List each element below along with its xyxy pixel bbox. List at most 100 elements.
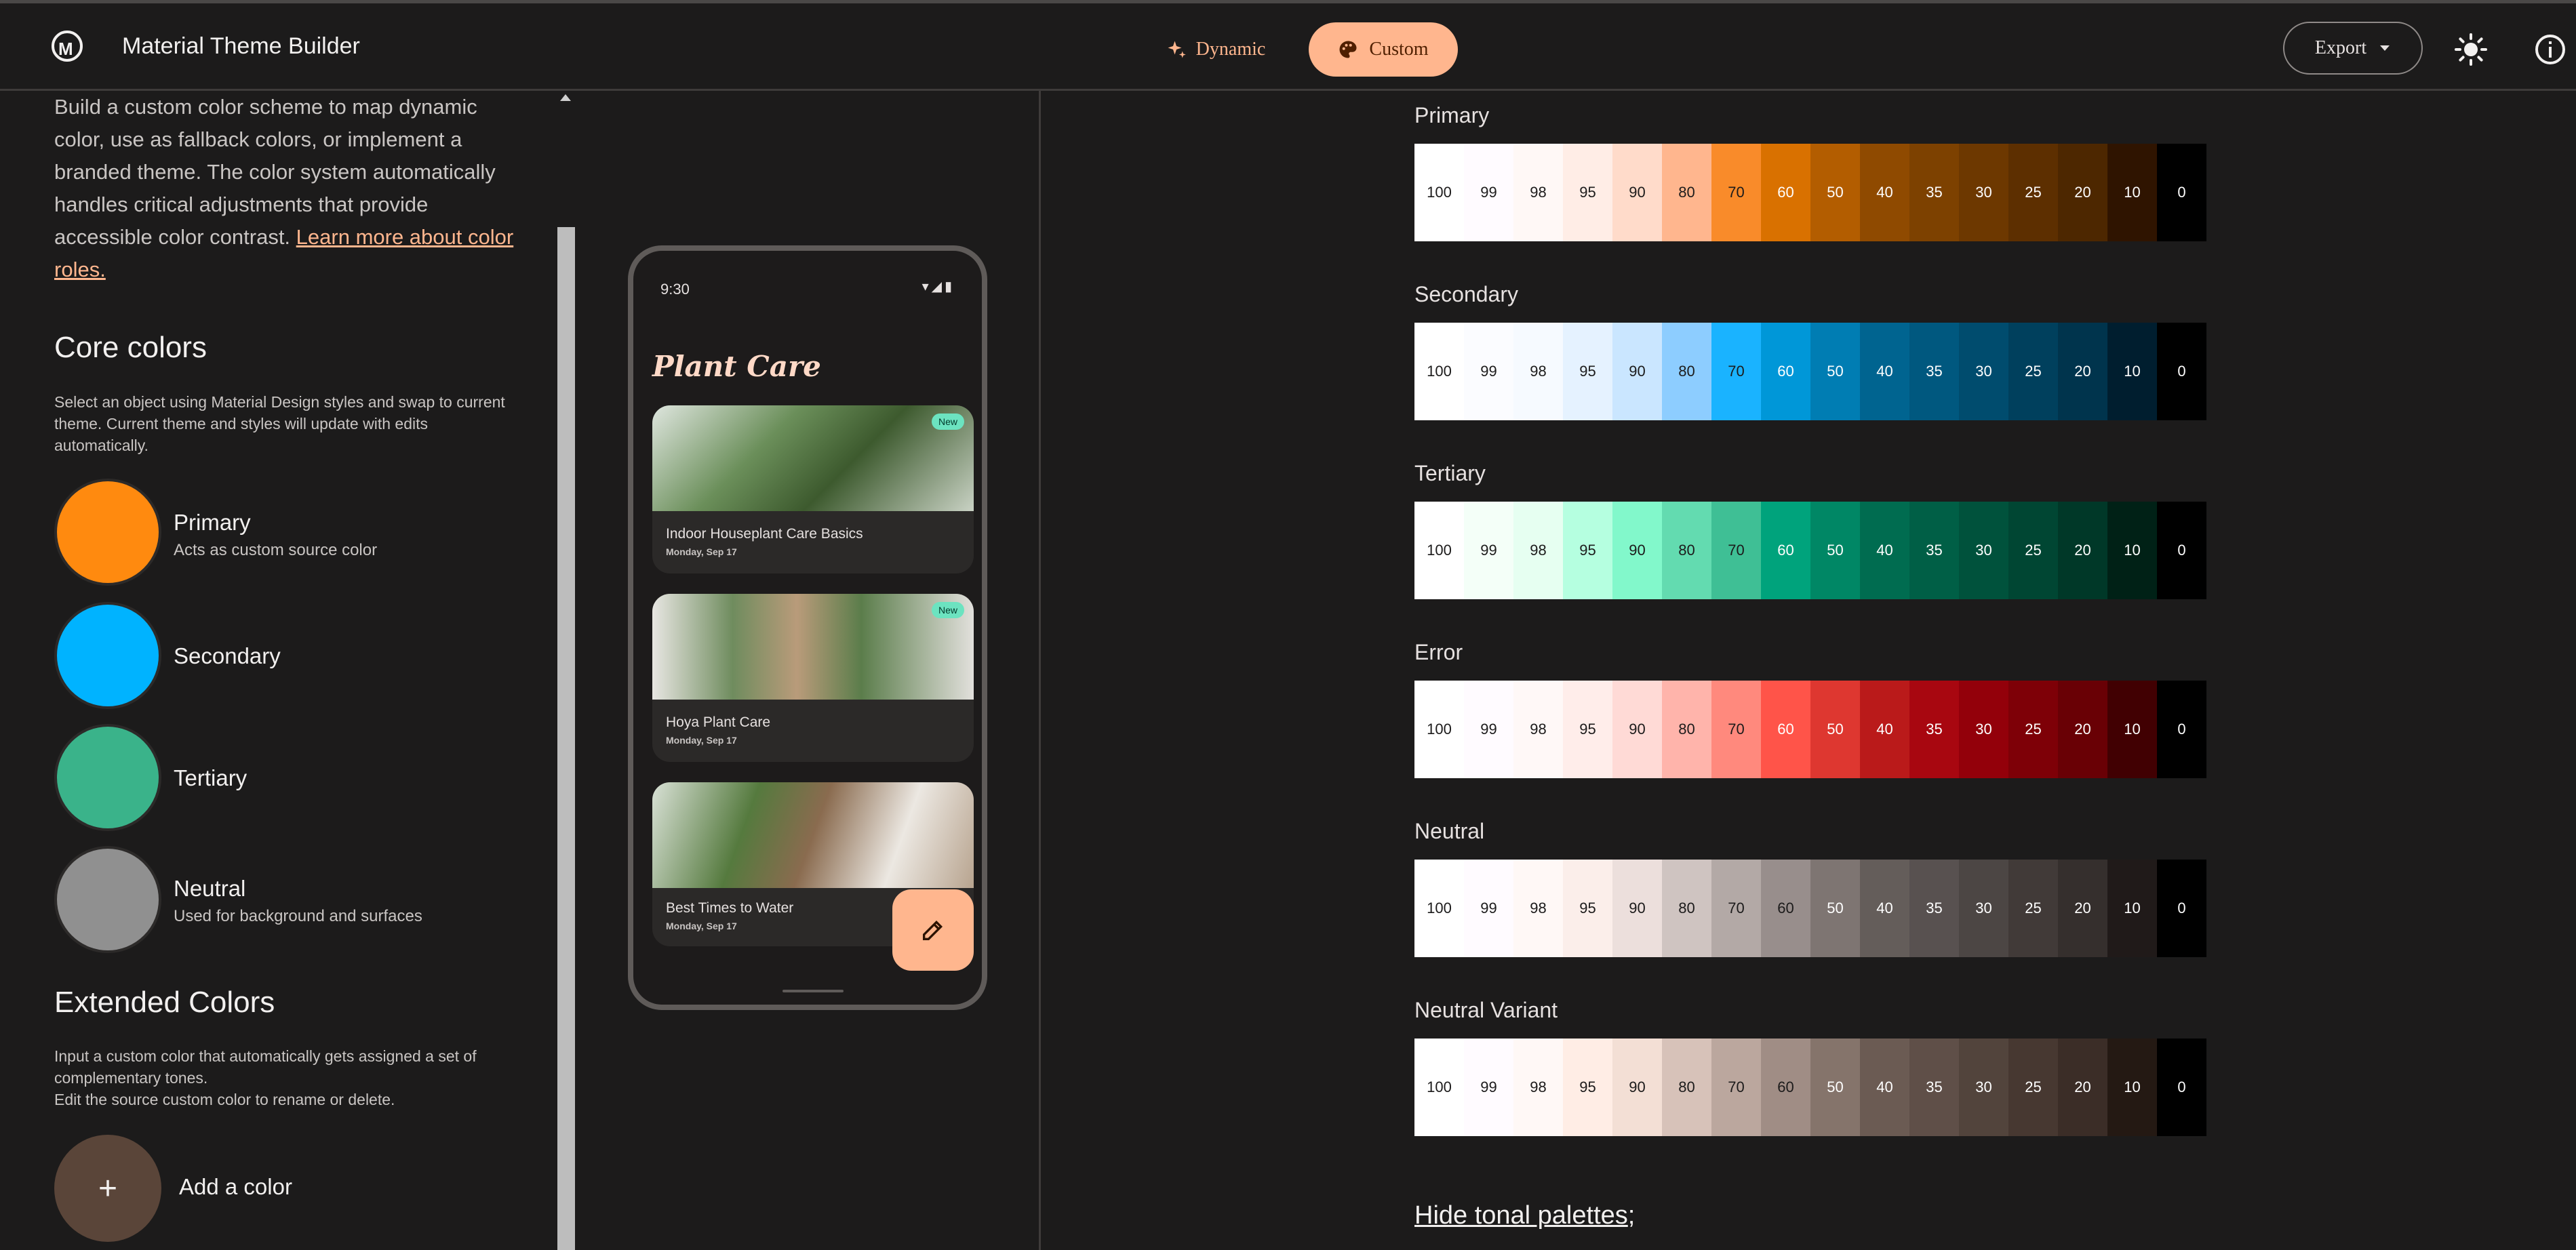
neutral-color-swatch[interactable] — [54, 846, 161, 953]
tone-swatch[interactable]: 70 — [1711, 1039, 1761, 1136]
scrollbar-thumb[interactable] — [557, 227, 575, 1250]
tone-swatch[interactable]: 10 — [2107, 860, 2157, 957]
tone-swatch[interactable]: 100 — [1414, 502, 1464, 599]
tone-swatch[interactable]: 70 — [1711, 144, 1761, 241]
tone-swatch[interactable]: 0 — [2157, 860, 2206, 957]
tone-swatch[interactable]: 80 — [1662, 144, 1711, 241]
tone-swatch[interactable]: 30 — [1959, 681, 2008, 778]
tone-swatch[interactable]: 40 — [1860, 144, 1909, 241]
tone-swatch[interactable]: 99 — [1464, 681, 1513, 778]
tone-swatch[interactable]: 25 — [2008, 1039, 2058, 1136]
tone-swatch[interactable]: 100 — [1414, 144, 1464, 241]
light-mode-icon[interactable] — [2455, 33, 2487, 66]
tone-swatch[interactable]: 100 — [1414, 323, 1464, 420]
hide-tonal-palettes-link[interactable]: Hide tonal palettes; — [1414, 1201, 1635, 1230]
tone-swatch[interactable]: 60 — [1761, 323, 1810, 420]
tone-swatch[interactable]: 99 — [1464, 144, 1513, 241]
tone-swatch[interactable]: 99 — [1464, 502, 1513, 599]
tone-swatch[interactable]: 20 — [2058, 681, 2107, 778]
tone-swatch[interactable]: 98 — [1513, 1039, 1563, 1136]
tone-swatch[interactable]: 80 — [1662, 860, 1711, 957]
tone-swatch[interactable]: 95 — [1563, 323, 1612, 420]
tone-swatch[interactable]: 35 — [1909, 144, 1959, 241]
tone-swatch[interactable]: 25 — [2008, 860, 2058, 957]
tone-swatch[interactable]: 70 — [1711, 323, 1761, 420]
article-card[interactable]: New Indoor Houseplant Care Basics Monday… — [652, 405, 974, 573]
tone-swatch[interactable]: 30 — [1959, 323, 2008, 420]
tone-swatch[interactable]: 90 — [1612, 323, 1662, 420]
tone-swatch[interactable]: 98 — [1513, 681, 1563, 778]
article-card[interactable]: New Hoya Plant Care Monday, Sep 17 — [652, 594, 974, 762]
tone-swatch[interactable]: 40 — [1860, 502, 1909, 599]
info-icon[interactable] — [2534, 33, 2567, 66]
tone-swatch[interactable]: 0 — [2157, 1039, 2206, 1136]
primary-color-swatch[interactable] — [54, 479, 161, 586]
tone-swatch[interactable]: 60 — [1761, 502, 1810, 599]
custom-mode-button[interactable]: Custom — [1309, 22, 1458, 77]
tone-swatch[interactable]: 50 — [1810, 860, 1860, 957]
tone-swatch[interactable]: 30 — [1959, 860, 2008, 957]
tertiary-color-swatch[interactable] — [54, 724, 161, 831]
tone-swatch[interactable]: 10 — [2107, 323, 2157, 420]
tone-swatch[interactable]: 99 — [1464, 1039, 1513, 1136]
tone-swatch[interactable]: 100 — [1414, 860, 1464, 957]
tone-swatch[interactable]: 20 — [2058, 144, 2107, 241]
export-button[interactable]: Export — [2283, 22, 2423, 75]
tone-swatch[interactable]: 25 — [2008, 502, 2058, 599]
tone-swatch[interactable]: 40 — [1860, 681, 1909, 778]
tone-swatch[interactable]: 50 — [1810, 502, 1860, 599]
tone-swatch[interactable]: 80 — [1662, 681, 1711, 778]
tone-swatch[interactable]: 50 — [1810, 1039, 1860, 1136]
tone-swatch[interactable]: 0 — [2157, 681, 2206, 778]
tone-swatch[interactable]: 100 — [1414, 1039, 1464, 1136]
tone-swatch[interactable]: 35 — [1909, 323, 1959, 420]
tone-swatch[interactable]: 99 — [1464, 860, 1513, 957]
tone-swatch[interactable]: 90 — [1612, 502, 1662, 599]
tone-swatch[interactable]: 95 — [1563, 860, 1612, 957]
dynamic-mode-button[interactable]: Dynamic — [1158, 24, 1273, 75]
tone-swatch[interactable]: 100 — [1414, 681, 1464, 778]
tone-swatch[interactable]: 10 — [2107, 502, 2157, 599]
tone-swatch[interactable]: 95 — [1563, 144, 1612, 241]
tone-swatch[interactable]: 70 — [1711, 860, 1761, 957]
tone-swatch[interactable]: 35 — [1909, 681, 1959, 778]
tone-swatch[interactable]: 35 — [1909, 860, 1959, 957]
tone-swatch[interactable]: 25 — [2008, 323, 2058, 420]
tone-swatch[interactable]: 80 — [1662, 1039, 1711, 1136]
tone-swatch[interactable]: 50 — [1810, 323, 1860, 420]
tone-swatch[interactable]: 40 — [1860, 323, 1909, 420]
tone-swatch[interactable]: 60 — [1761, 1039, 1810, 1136]
tone-swatch[interactable]: 30 — [1959, 502, 2008, 599]
tone-swatch[interactable]: 20 — [2058, 860, 2107, 957]
tone-swatch[interactable]: 30 — [1959, 144, 2008, 241]
tone-swatch[interactable]: 0 — [2157, 144, 2206, 241]
tone-swatch[interactable]: 0 — [2157, 502, 2206, 599]
tone-swatch[interactable]: 10 — [2107, 681, 2157, 778]
tone-swatch[interactable]: 98 — [1513, 860, 1563, 957]
tone-swatch[interactable]: 50 — [1810, 144, 1860, 241]
tone-swatch[interactable]: 0 — [2157, 323, 2206, 420]
tone-swatch[interactable]: 60 — [1761, 681, 1810, 778]
tone-swatch[interactable]: 90 — [1612, 681, 1662, 778]
tone-swatch[interactable]: 90 — [1612, 144, 1662, 241]
tone-swatch[interactable]: 60 — [1761, 860, 1810, 957]
tone-swatch[interactable]: 95 — [1563, 681, 1612, 778]
material-logo-icon[interactable]: M — [52, 31, 83, 62]
tone-swatch[interactable]: 80 — [1662, 323, 1711, 420]
tone-swatch[interactable]: 20 — [2058, 1039, 2107, 1136]
tone-swatch[interactable]: 35 — [1909, 1039, 1959, 1136]
tone-swatch[interactable]: 40 — [1860, 860, 1909, 957]
tone-swatch[interactable]: 25 — [2008, 144, 2058, 241]
scroll-up-arrow-icon[interactable] — [560, 94, 571, 101]
tone-swatch[interactable]: 50 — [1810, 681, 1860, 778]
tone-swatch[interactable]: 30 — [1959, 1039, 2008, 1136]
tone-swatch[interactable]: 90 — [1612, 860, 1662, 957]
add-color-button[interactable]: + — [54, 1135, 161, 1242]
tone-swatch[interactable]: 90 — [1612, 1039, 1662, 1136]
tone-swatch[interactable]: 60 — [1761, 144, 1810, 241]
tone-swatch[interactable]: 10 — [2107, 1039, 2157, 1136]
tone-swatch[interactable]: 40 — [1860, 1039, 1909, 1136]
edit-fab[interactable] — [892, 889, 974, 971]
tone-swatch[interactable]: 70 — [1711, 502, 1761, 599]
tone-swatch[interactable]: 20 — [2058, 323, 2107, 420]
